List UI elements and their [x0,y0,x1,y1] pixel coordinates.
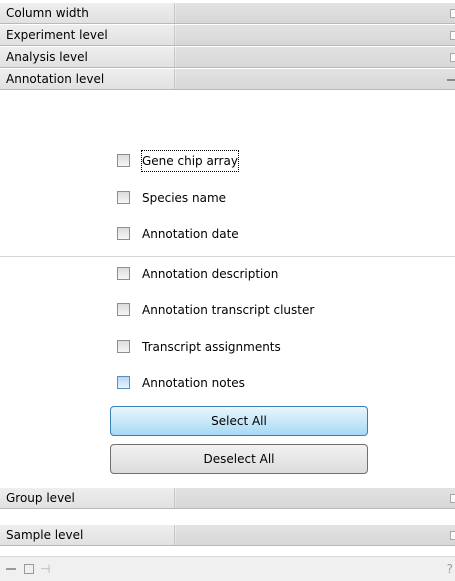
checkbox[interactable] [117,267,130,280]
expand-icon[interactable] [450,53,455,62]
expand-icon[interactable] [450,494,455,503]
status-bar: ⊣ ? [0,556,455,581]
option-label: Annotation date [142,227,239,241]
option-label: Species name [142,191,227,205]
expand-all-icon[interactable] [24,564,34,574]
section-analysis-level[interactable]: Analysis level [0,46,455,68]
select-all-button[interactable]: Select All [110,406,368,436]
split-view-icon[interactable]: ⊣ [40,562,52,576]
option-label: Annotation transcript cluster [142,303,315,317]
checkbox[interactable] [117,303,130,316]
checkbox[interactable] [117,340,130,353]
collapse-all-icon[interactable] [6,568,16,570]
divider [0,256,455,257]
expand-icon[interactable] [450,531,455,540]
section-title: Sample level [0,525,175,545]
section-title: Analysis level [0,47,175,67]
deselect-all-button[interactable]: Deselect All [110,444,368,474]
section-sample-level[interactable]: Sample level [0,524,455,546]
section-group-level[interactable]: Group level [0,487,455,509]
checkbox[interactable] [117,154,130,167]
section-column-width[interactable]: Column width [0,2,455,24]
checkbox[interactable] [117,376,130,389]
side-panel: Column width Experiment level Analysis l… [0,0,455,581]
option-label: Annotation notes [142,376,245,390]
section-title: Column width [0,3,175,23]
option-label: Annotation description [142,267,279,281]
section-title: Experiment level [0,25,175,45]
section-title: Group level [0,488,175,508]
expand-icon[interactable] [450,9,455,18]
expand-icon[interactable] [450,31,455,40]
help-icon[interactable]: ? [447,561,453,577]
section-annotation-level[interactable]: Annotation level [0,68,455,90]
option-label: Gene chip array [141,150,239,172]
collapse-icon[interactable] [447,79,455,81]
checkbox[interactable] [117,227,130,240]
checkbox[interactable] [117,191,130,204]
section-title: Annotation level [0,69,175,89]
option-label: Transcript assignments [142,340,281,354]
section-experiment-level[interactable]: Experiment level [0,24,455,46]
